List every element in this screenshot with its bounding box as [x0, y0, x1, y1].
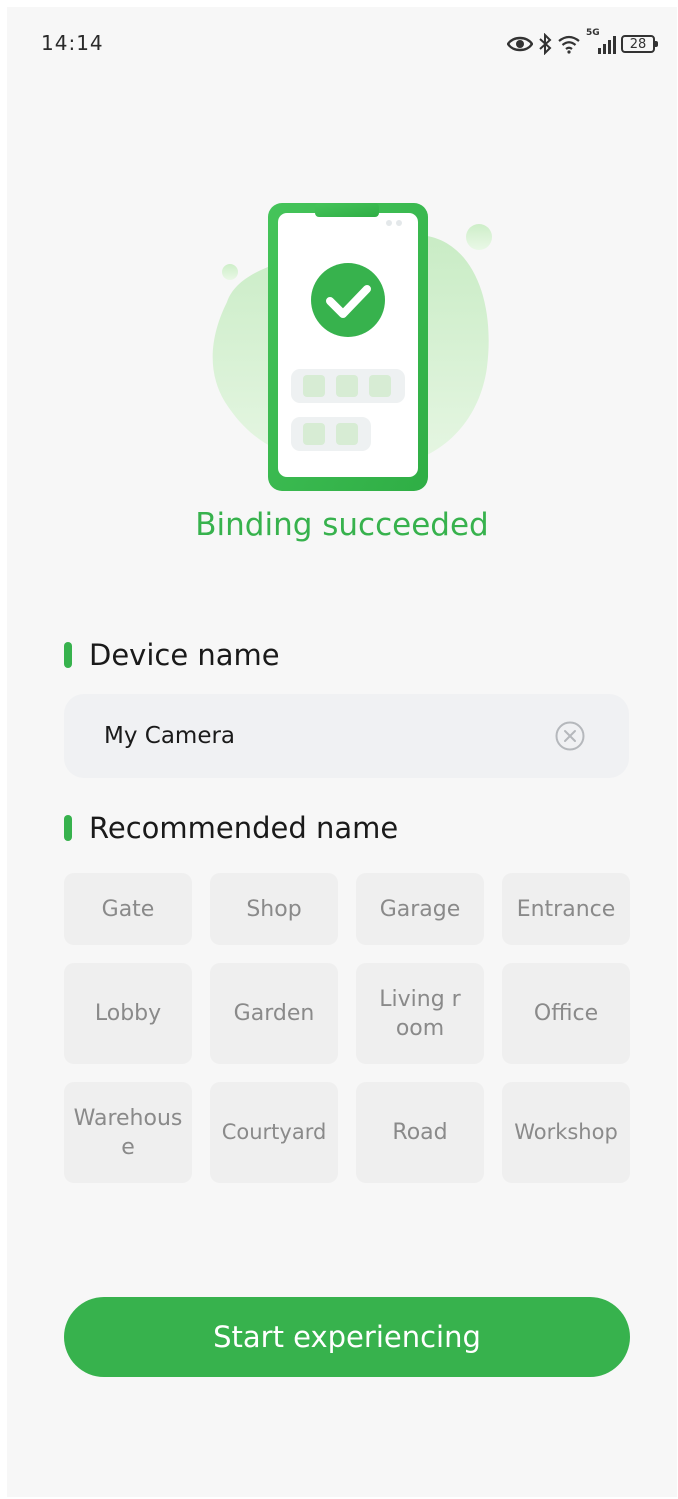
wifi-icon — [557, 34, 581, 54]
status-bar: 14:14 5G 28 — [7, 7, 677, 65]
recommended-name-grid: Gate Shop Garage Entrance Lobby Garden L… — [64, 873, 630, 1183]
device-name-heading-text: Device name — [89, 638, 280, 672]
battery-icon: 28 — [621, 35, 658, 53]
recommended-name-heading: Recommended name — [64, 811, 398, 845]
name-chip-road[interactable]: Road — [356, 1082, 484, 1183]
clear-circle-icon[interactable] — [555, 721, 585, 751]
bluetooth-icon — [538, 33, 552, 55]
start-experiencing-button[interactable]: Start experiencing — [64, 1297, 630, 1377]
name-chip-courtyard[interactable]: Courtyard — [210, 1082, 338, 1183]
name-chip-garden[interactable]: Garden — [210, 963, 338, 1064]
binding-success-screen: 14:14 5G 28 Binding succeeded Device nam… — [7, 7, 677, 1497]
name-chip-gate[interactable]: Gate — [64, 873, 192, 945]
binding-success-title: Binding succeeded — [195, 507, 489, 543]
name-chip-entrance[interactable]: Entrance — [502, 873, 630, 945]
status-time: 14:14 — [41, 31, 104, 55]
device-name-heading: Device name — [64, 638, 280, 672]
status-icons: 5G 28 — [507, 28, 658, 57]
battery-level: 28 — [629, 36, 647, 52]
section-accent-bar — [64, 815, 72, 841]
network-type-label: 5G — [586, 28, 600, 38]
name-chip-workshop[interactable]: Workshop — [502, 1082, 630, 1183]
section-accent-bar — [64, 642, 72, 668]
recommended-name-heading-text: Recommended name — [89, 811, 399, 845]
name-chip-office[interactable]: Office — [502, 963, 630, 1064]
name-chip-shop[interactable]: Shop — [210, 873, 338, 945]
name-chip-living-room[interactable]: Living room — [356, 963, 484, 1064]
cellular-signal-icon: 5G — [586, 28, 616, 54]
name-chip-garage[interactable]: Garage — [356, 873, 484, 945]
device-name-input[interactable] — [104, 694, 544, 778]
eye-icon — [507, 35, 533, 53]
name-chip-lobby[interactable]: Lobby — [64, 963, 192, 1064]
phone-check-illustration — [187, 197, 507, 497]
name-chip-warehouse[interactable]: Warehouse — [64, 1082, 192, 1183]
device-name-field — [64, 694, 629, 778]
